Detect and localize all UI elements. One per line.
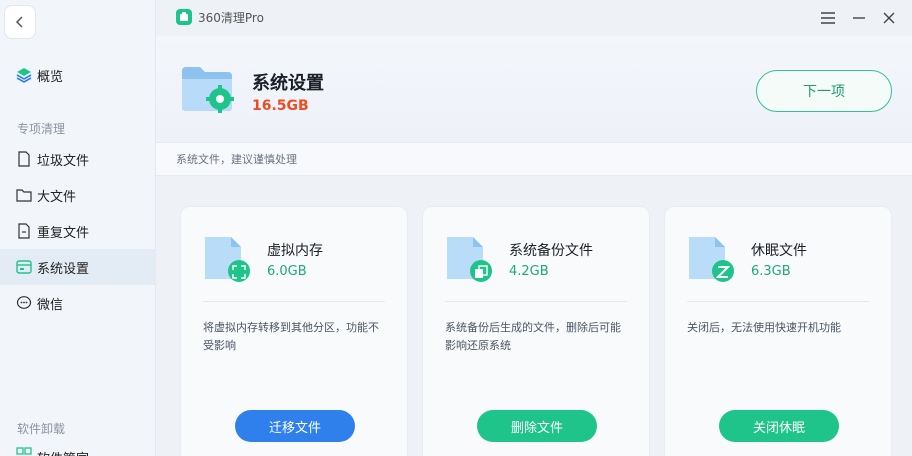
- file-icon: [16, 151, 32, 167]
- menu-button[interactable]: [820, 10, 836, 26]
- sidebar: 概览 专项清理 垃圾文件 大文件 重复文件 系统设置 微信 软件卸载: [0, 0, 156, 456]
- category-header: 系统设置 16.5GB 下一项: [156, 36, 912, 142]
- hamburger-menu-icon: [821, 9, 835, 28]
- copy-icon: [474, 264, 488, 283]
- total-size: 16.5GB: [252, 98, 309, 114]
- app-title: 360清理Pro: [198, 11, 264, 25]
- card-description: 关闭后，无法使用快速开机功能: [687, 321, 841, 334]
- delete-files-button[interactable]: 删除文件: [477, 410, 597, 442]
- divider: [445, 301, 627, 302]
- card-description: 将虚拟内存转移到其他分区，功能不受影响: [203, 321, 379, 352]
- layers-icon: [16, 67, 32, 83]
- card-title: 休眠文件: [751, 243, 807, 259]
- system-settings-icon: [16, 259, 32, 275]
- wechat-icon: [16, 295, 32, 311]
- card-title: 系统备份文件: [509, 243, 593, 259]
- folder-icon: [16, 187, 32, 203]
- card-title: 虚拟内存: [267, 243, 323, 259]
- sidebar-item-large-files[interactable]: 大文件: [0, 177, 156, 213]
- minimize-button[interactable]: [851, 10, 867, 26]
- disable-hibernation-button[interactable]: 关闭休眠: [719, 410, 839, 442]
- card-size: 6.0GB: [267, 264, 307, 279]
- sidebar-item-label: 概览: [37, 69, 64, 85]
- duplicate-file-icon: [16, 223, 32, 239]
- app-logo-icon: [176, 9, 192, 25]
- sleep-z-icon: [715, 264, 731, 283]
- close-button[interactable]: [881, 10, 897, 26]
- main-panel: 360清理Pro 系统设置 16.5GB 下一项 系统文件，建议谨慎处理 虚拟内…: [156, 0, 912, 456]
- minimize-icon: [853, 9, 865, 28]
- back-button[interactable]: [4, 5, 36, 39]
- sidebar-section-special: 专项清理: [17, 122, 66, 136]
- sidebar-item-label: 软件管家: [37, 448, 89, 456]
- divider: [203, 301, 385, 302]
- description-text: 系统文件，建议谨慎处理: [176, 153, 297, 166]
- sidebar-item-junk-files[interactable]: 垃圾文件: [0, 141, 156, 177]
- next-item-button[interactable]: 下一项: [756, 70, 892, 112]
- category-description: 系统文件，建议谨慎处理: [156, 142, 912, 176]
- sidebar-item-label: 垃圾文件: [37, 153, 90, 169]
- page-title: 系统设置: [252, 73, 324, 94]
- settings-folder-icon: [180, 65, 238, 119]
- chevron-left-icon: [15, 13, 25, 32]
- migrate-files-button[interactable]: 迁移文件: [235, 410, 355, 442]
- card-hibernation: 休眠文件 6.3GB 关闭后，无法使用快速开机功能 关闭休眠: [664, 206, 892, 456]
- sidebar-item-label: 重复文件: [37, 225, 90, 241]
- sidebar-item-system-settings[interactable]: 系统设置: [0, 249, 156, 285]
- card-description: 系统备份后生成的文件，删除后可能影响还原系统: [445, 321, 621, 352]
- title-bar: 360清理Pro: [156, 0, 912, 36]
- divider: [687, 301, 869, 302]
- app-grid-icon: [16, 440, 32, 456]
- close-icon: [883, 9, 895, 28]
- sidebar-item-duplicate-files[interactable]: 重复文件: [0, 213, 156, 249]
- sidebar-item-wechat[interactable]: 微信: [0, 285, 156, 321]
- sidebar-section-uninstall: 软件卸载: [17, 422, 66, 436]
- expand-icon: [232, 264, 246, 283]
- sidebar-item-overview[interactable]: 概览: [0, 57, 156, 93]
- card-system-backup: 系统备份文件 4.2GB 系统备份后生成的文件，删除后可能影响还原系统 删除文件: [422, 206, 650, 456]
- card-size: 6.3GB: [751, 264, 791, 279]
- card-virtual-memory: 虚拟内存 6.0GB 将虚拟内存转移到其他分区，功能不受影响 迁移文件: [180, 206, 408, 456]
- card-size: 4.2GB: [509, 264, 549, 279]
- sidebar-item-label: 系统设置: [37, 261, 90, 277]
- sidebar-item-label: 微信: [37, 297, 64, 313]
- sidebar-item-label: 大文件: [37, 189, 77, 205]
- sidebar-item-software-manager[interactable]: 软件管家: [0, 440, 156, 456]
